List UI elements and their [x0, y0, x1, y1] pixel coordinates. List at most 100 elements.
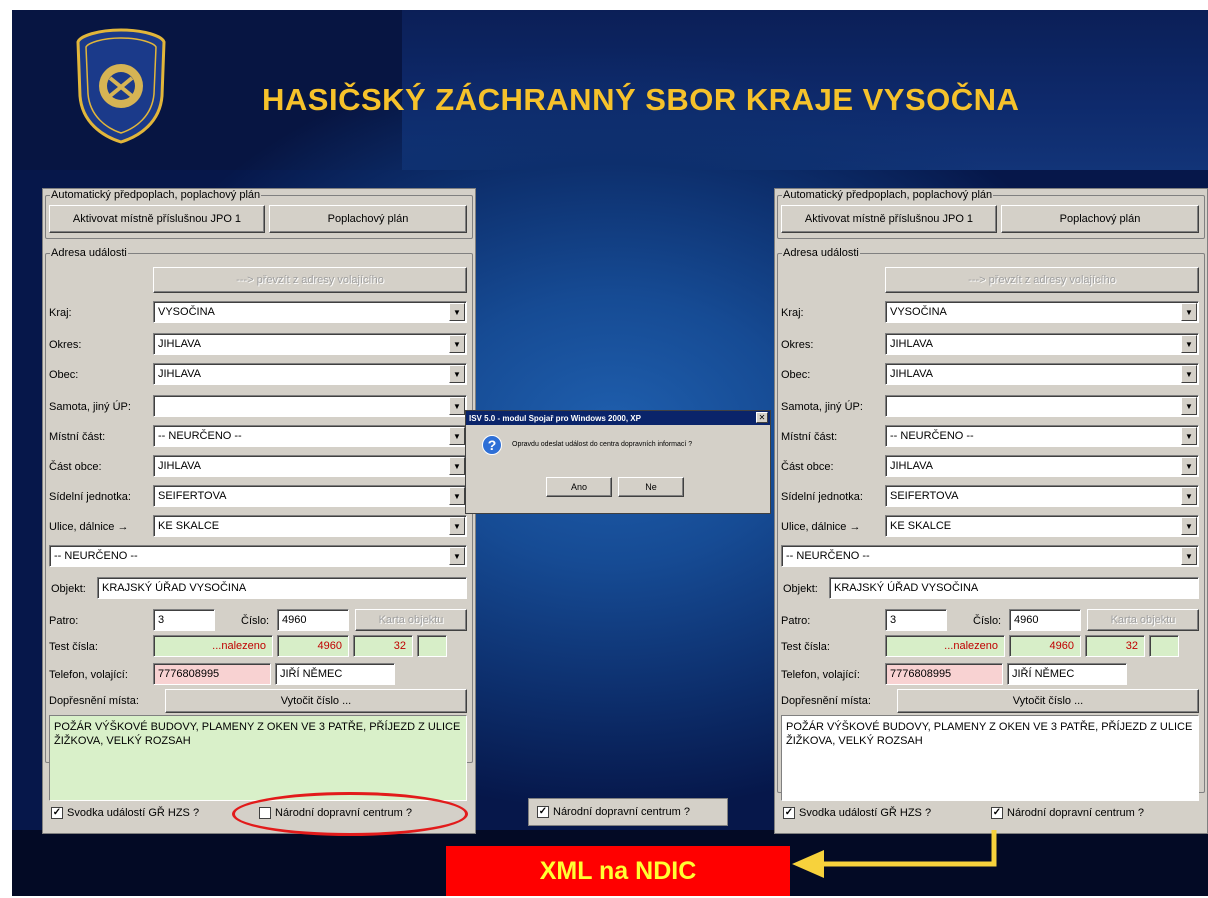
chevron-down-icon[interactable]: ▼	[1181, 303, 1197, 321]
chevron-down-icon[interactable]: ▼	[449, 335, 465, 353]
chevron-down-icon[interactable]: ▼	[449, 303, 465, 321]
svodka-check-box[interactable]: ✓	[783, 807, 795, 819]
event-description-textarea[interactable]: POŽÁR VÝŠKOVÉ BUDOVY, PLAMENY Z OKEN VE …	[781, 715, 1199, 801]
test-result-field: ...nalezeno	[153, 635, 273, 657]
dopresneni-label: Dopřesnění místa:	[49, 695, 139, 707]
ulice-select[interactable]: KE SKALCE ▼	[153, 515, 467, 537]
chevron-down-icon[interactable]: ▼	[1181, 517, 1197, 535]
ndic-checkbox[interactable]: ✓ Národní dopravní centrum ?	[991, 807, 1144, 819]
chevron-down-icon[interactable]: ▼	[1181, 457, 1197, 475]
chevron-down-icon[interactable]: ▼	[449, 365, 465, 383]
obec-label: Obec:	[49, 369, 79, 381]
cast-obce-select[interactable]: JIHLAVA ▼	[153, 455, 467, 477]
alarm-plan-button[interactable]: Poplachový plán	[1001, 205, 1199, 233]
chevron-down-icon[interactable]: ▼	[449, 517, 465, 535]
mistni-cast-select[interactable]: -- NEURČENO -- ▼	[153, 425, 467, 447]
chevron-down-icon[interactable]: ▼	[1181, 335, 1197, 353]
chevron-down-icon[interactable]: ▼	[1181, 427, 1197, 445]
activate-jpo-button[interactable]: Aktivovat místně příslušnou JPO 1	[781, 205, 997, 233]
sidelni-select[interactable]: SEIFERTOVA ▼	[153, 485, 467, 507]
chevron-down-icon[interactable]: ▼	[1181, 397, 1197, 415]
alarm-plan-button[interactable]: Poplachový plán	[269, 205, 467, 233]
mistni-cast-value: -- NEURČENO --	[890, 430, 974, 442]
neurceno-select[interactable]: -- NEURČENO -- ▼	[49, 545, 467, 567]
okres-value: JIHLAVA	[890, 338, 933, 350]
samota-label: Samota, jiný ÚP:	[781, 401, 863, 413]
mistni-cast-select[interactable]: -- NEURČENO -- ▼	[885, 425, 1199, 447]
cislo-field[interactable]: 4960	[277, 609, 349, 631]
svodka-checkbox[interactable]: ✓ Svodka událostí GŘ HZS ?	[51, 807, 199, 819]
obec-value: JIHLAVA	[158, 368, 201, 380]
ndic-check-box[interactable]: ✓	[991, 807, 1003, 819]
mistni-cast-label: Místní část:	[49, 431, 106, 443]
chevron-down-icon[interactable]: ▼	[449, 457, 465, 475]
obec-select[interactable]: JIHLAVA ▼	[153, 363, 467, 385]
address-group-label: Adresa události	[782, 247, 860, 259]
dial-number-button[interactable]: Vytočit číslo ...	[165, 689, 467, 713]
karta-objektu-button[interactable]: Karta objektu	[1087, 609, 1199, 631]
ulice-label: Ulice, dálnice →	[49, 521, 129, 533]
convert-address-button[interactable]: ---> převzít z adresy volajícího	[885, 267, 1199, 293]
kraj-value: VYSOČINA	[890, 306, 947, 318]
neurceno-select[interactable]: -- NEURČENO -- ▼	[781, 545, 1199, 567]
dial-number-button[interactable]: Vytočit číslo ...	[897, 689, 1199, 713]
volajici-field[interactable]: JIŘÍ NĚMEC	[275, 663, 395, 685]
patro-field[interactable]: 3	[885, 609, 947, 631]
test-number-field: 4960	[1009, 635, 1081, 657]
chevron-down-icon[interactable]: ▼	[1181, 365, 1197, 383]
middle-ndic-check-box[interactable]: ✓	[537, 806, 549, 818]
okres-label: Okres:	[781, 339, 814, 351]
question-icon: ?	[482, 435, 502, 455]
samota-select[interactable]: ▼	[885, 395, 1199, 417]
kraj-select[interactable]: VYSOČINA ▼	[885, 301, 1199, 323]
svodka-checkbox[interactable]: ✓ Svodka událostí GŘ HZS ?	[783, 807, 931, 819]
chevron-down-icon[interactable]: ▼	[449, 427, 465, 445]
event-description-textarea[interactable]: POŽÁR VÝŠKOVÉ BUDOVY, PLAMENY Z OKEN VE …	[49, 715, 467, 801]
dialog-title: ISV 5.0 - modul Spojař pro Windows 2000,…	[466, 411, 770, 425]
address-groupbox: Adresa události	[45, 247, 473, 763]
cast-obce-value: JIHLAVA	[890, 460, 933, 472]
chevron-down-icon[interactable]: ▼	[449, 487, 465, 505]
kraj-select[interactable]: VYSOČINA ▼	[153, 301, 467, 323]
chevron-down-icon[interactable]: ▼	[449, 397, 465, 415]
karta-objektu-button[interactable]: Karta objektu	[355, 609, 467, 631]
telefon-field[interactable]: 7776808995	[885, 663, 1003, 685]
okres-select[interactable]: JIHLAVA ▼	[885, 333, 1199, 355]
samota-select[interactable]: ▼	[153, 395, 467, 417]
kraj-label: Kraj:	[49, 307, 72, 319]
close-icon[interactable]: ✕	[756, 412, 768, 423]
chevron-down-icon[interactable]: ▼	[1181, 547, 1197, 565]
objekt-field[interactable]: KRAJSKÝ ÚŘAD VYSOČINA	[829, 577, 1199, 599]
cislo-field[interactable]: 4960	[1009, 609, 1081, 631]
dialog-message: Opravdu odeslat událost do centra doprav…	[512, 441, 693, 448]
xml-ndic-callout: XML na NDIC	[446, 846, 790, 896]
ulice-value: KE SKALCE	[890, 520, 952, 532]
telefon-label: Telefon, volající:	[781, 669, 860, 681]
mistni-cast-label: Místní část:	[781, 431, 838, 443]
chevron-down-icon[interactable]: ▼	[449, 547, 465, 565]
middle-ndic-checkbox[interactable]: ✓ Národní dopravní centrum ?	[528, 798, 728, 826]
test-count-field: 32	[1085, 635, 1145, 657]
okres-select[interactable]: JIHLAVA ▼	[153, 333, 467, 355]
test-number-field: 4960	[277, 635, 349, 657]
chevron-down-icon[interactable]: ▼	[1181, 487, 1197, 505]
volajici-field[interactable]: JIŘÍ NĚMEC	[1007, 663, 1127, 685]
activate-jpo-button[interactable]: Aktivovat místně příslušnou JPO 1	[49, 205, 265, 233]
obec-select[interactable]: JIHLAVA ▼	[885, 363, 1199, 385]
convert-address-button[interactable]: ---> převzít z adresy volajícího	[153, 267, 467, 293]
slide: HASIČSKÝ ZÁCHRANNÝ SBOR KRAJE VYSOČNA Au…	[12, 10, 1208, 896]
no-button[interactable]: Ne	[618, 477, 684, 497]
svodka-check-box[interactable]: ✓	[51, 807, 63, 819]
neurceno-value: -- NEURČENO --	[54, 550, 138, 562]
kraj-label: Kraj:	[781, 307, 804, 319]
yes-button[interactable]: Ano	[546, 477, 612, 497]
cislo-label: Číslo:	[973, 615, 1002, 627]
patro-field[interactable]: 3	[153, 609, 215, 631]
ulice-select[interactable]: KE SKALCE ▼	[885, 515, 1199, 537]
objekt-field[interactable]: KRAJSKÝ ÚŘAD VYSOČINA	[97, 577, 467, 599]
cislo-label: Číslo:	[241, 615, 270, 627]
sidelni-select[interactable]: SEIFERTOVA ▼	[885, 485, 1199, 507]
cast-obce-select[interactable]: JIHLAVA ▼	[885, 455, 1199, 477]
neurceno-value: -- NEURČENO --	[786, 550, 870, 562]
telefon-field[interactable]: 7776808995	[153, 663, 271, 685]
